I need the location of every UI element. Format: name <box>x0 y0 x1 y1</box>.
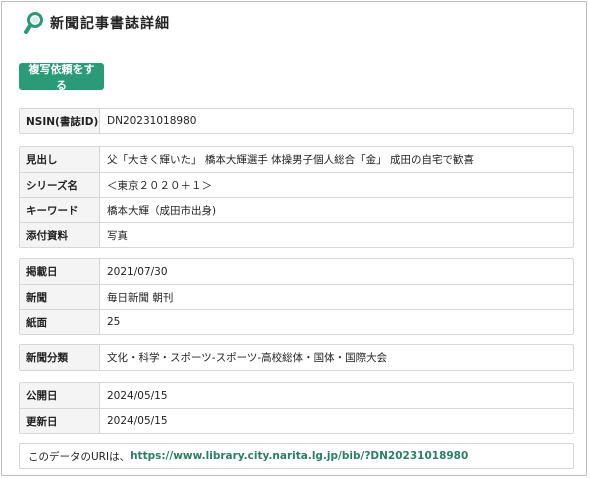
public-date-row: 公開日 2024/05/15 <box>20 383 573 408</box>
headline-label: 見出し <box>20 147 100 172</box>
publication-group: 掲載日 2021/07/30 新聞 毎日新聞 朝刊 紙面 25 <box>19 258 574 335</box>
nsin-row: NSIN(書誌ID) DN20231018980 <box>20 109 573 133</box>
classification-label: 新聞分類 <box>20 345 100 370</box>
magnifier-icon <box>24 12 44 34</box>
published-date-label: 掲載日 <box>20 259 100 284</box>
headline-row: 見出し 父「大きく輝いた」 橋本大輝選手 体操男子個人総合「金」 成田の自宅で歓… <box>20 147 573 172</box>
uri-link[interactable]: https://www.library.city.narita.lg.jp/bi… <box>130 450 468 462</box>
updated-date-label: 更新日 <box>20 409 100 433</box>
classification-row: 新聞分類 文化・科学・スポーツ-スポーツ-高校総体・国体・国際大会 <box>20 345 573 370</box>
updated-date-row: 更新日 2024/05/15 <box>20 408 573 433</box>
keyword-row: キーワード 橋本大輝（成田市出身) <box>20 197 573 222</box>
article-info-group: 見出し 父「大きく輝いた」 橋本大輝選手 体操男子個人総合「金」 成田の自宅で歓… <box>19 146 574 248</box>
public-date-label: 公開日 <box>20 383 100 408</box>
public-date-value: 2024/05/15 <box>107 389 168 402</box>
published-date-row: 掲載日 2021/07/30 <box>20 259 573 284</box>
classification-value: 文化・科学・スポーツ-スポーツ-高校総体・国体・国際大会 <box>107 352 388 364</box>
keyword-label: キーワード <box>20 198 100 222</box>
uri-prefix: このデータのURIは、 <box>28 450 131 463</box>
page-number-value: 25 <box>107 316 121 328</box>
nsin-label: NSIN(書誌ID) <box>20 109 100 133</box>
newspaper-value: 毎日新聞 朝刊 <box>107 291 174 304</box>
keyword-value: 橋本大輝（成田市出身) <box>107 204 217 217</box>
dates-group: 公開日 2024/05/15 更新日 2024/05/15 <box>19 382 574 434</box>
attachment-label: 添付資料 <box>20 223 100 247</box>
series-label: シリーズ名 <box>20 173 100 197</box>
classification-group: 新聞分類 文化・科学・スポーツ-スポーツ-高校総体・国体・国際大会 <box>19 344 574 371</box>
nsin-group: NSIN(書誌ID) DN20231018980 <box>19 108 574 134</box>
attachment-value: 写真 <box>107 229 128 242</box>
copy-request-button[interactable]: 複写依頼をする <box>19 63 104 92</box>
newspaper-label: 新聞 <box>20 285 100 309</box>
updated-date-value: 2024/05/15 <box>107 415 168 427</box>
page-title: 新聞記事書誌詳細 <box>50 16 170 32</box>
newspaper-row: 新聞 毎日新聞 朝刊 <box>20 284 573 309</box>
series-value: ＜東京２０２０＋１＞ <box>107 179 212 192</box>
detail-panel: 新聞記事書誌詳細 複写依頼をする NSIN(書誌ID) DN2023101898… <box>1 1 587 476</box>
uri-box: このデータのURIは、 https://www.library.city.nar… <box>19 443 574 469</box>
nsin-value: DN20231018980 <box>107 115 197 127</box>
page-number-row: 紙面 25 <box>20 309 573 334</box>
headline-value: 父「大きく輝いた」 橋本大輝選手 体操男子個人総合「金」 成田の自宅で歓喜 <box>107 154 475 166</box>
attachment-row: 添付資料 写真 <box>20 222 573 247</box>
page-header: 新聞記事書誌詳細 <box>24 12 170 34</box>
series-row: シリーズ名 ＜東京２０２０＋１＞ <box>20 172 573 197</box>
page-number-label: 紙面 <box>20 310 100 334</box>
published-date-value: 2021/07/30 <box>107 265 168 278</box>
